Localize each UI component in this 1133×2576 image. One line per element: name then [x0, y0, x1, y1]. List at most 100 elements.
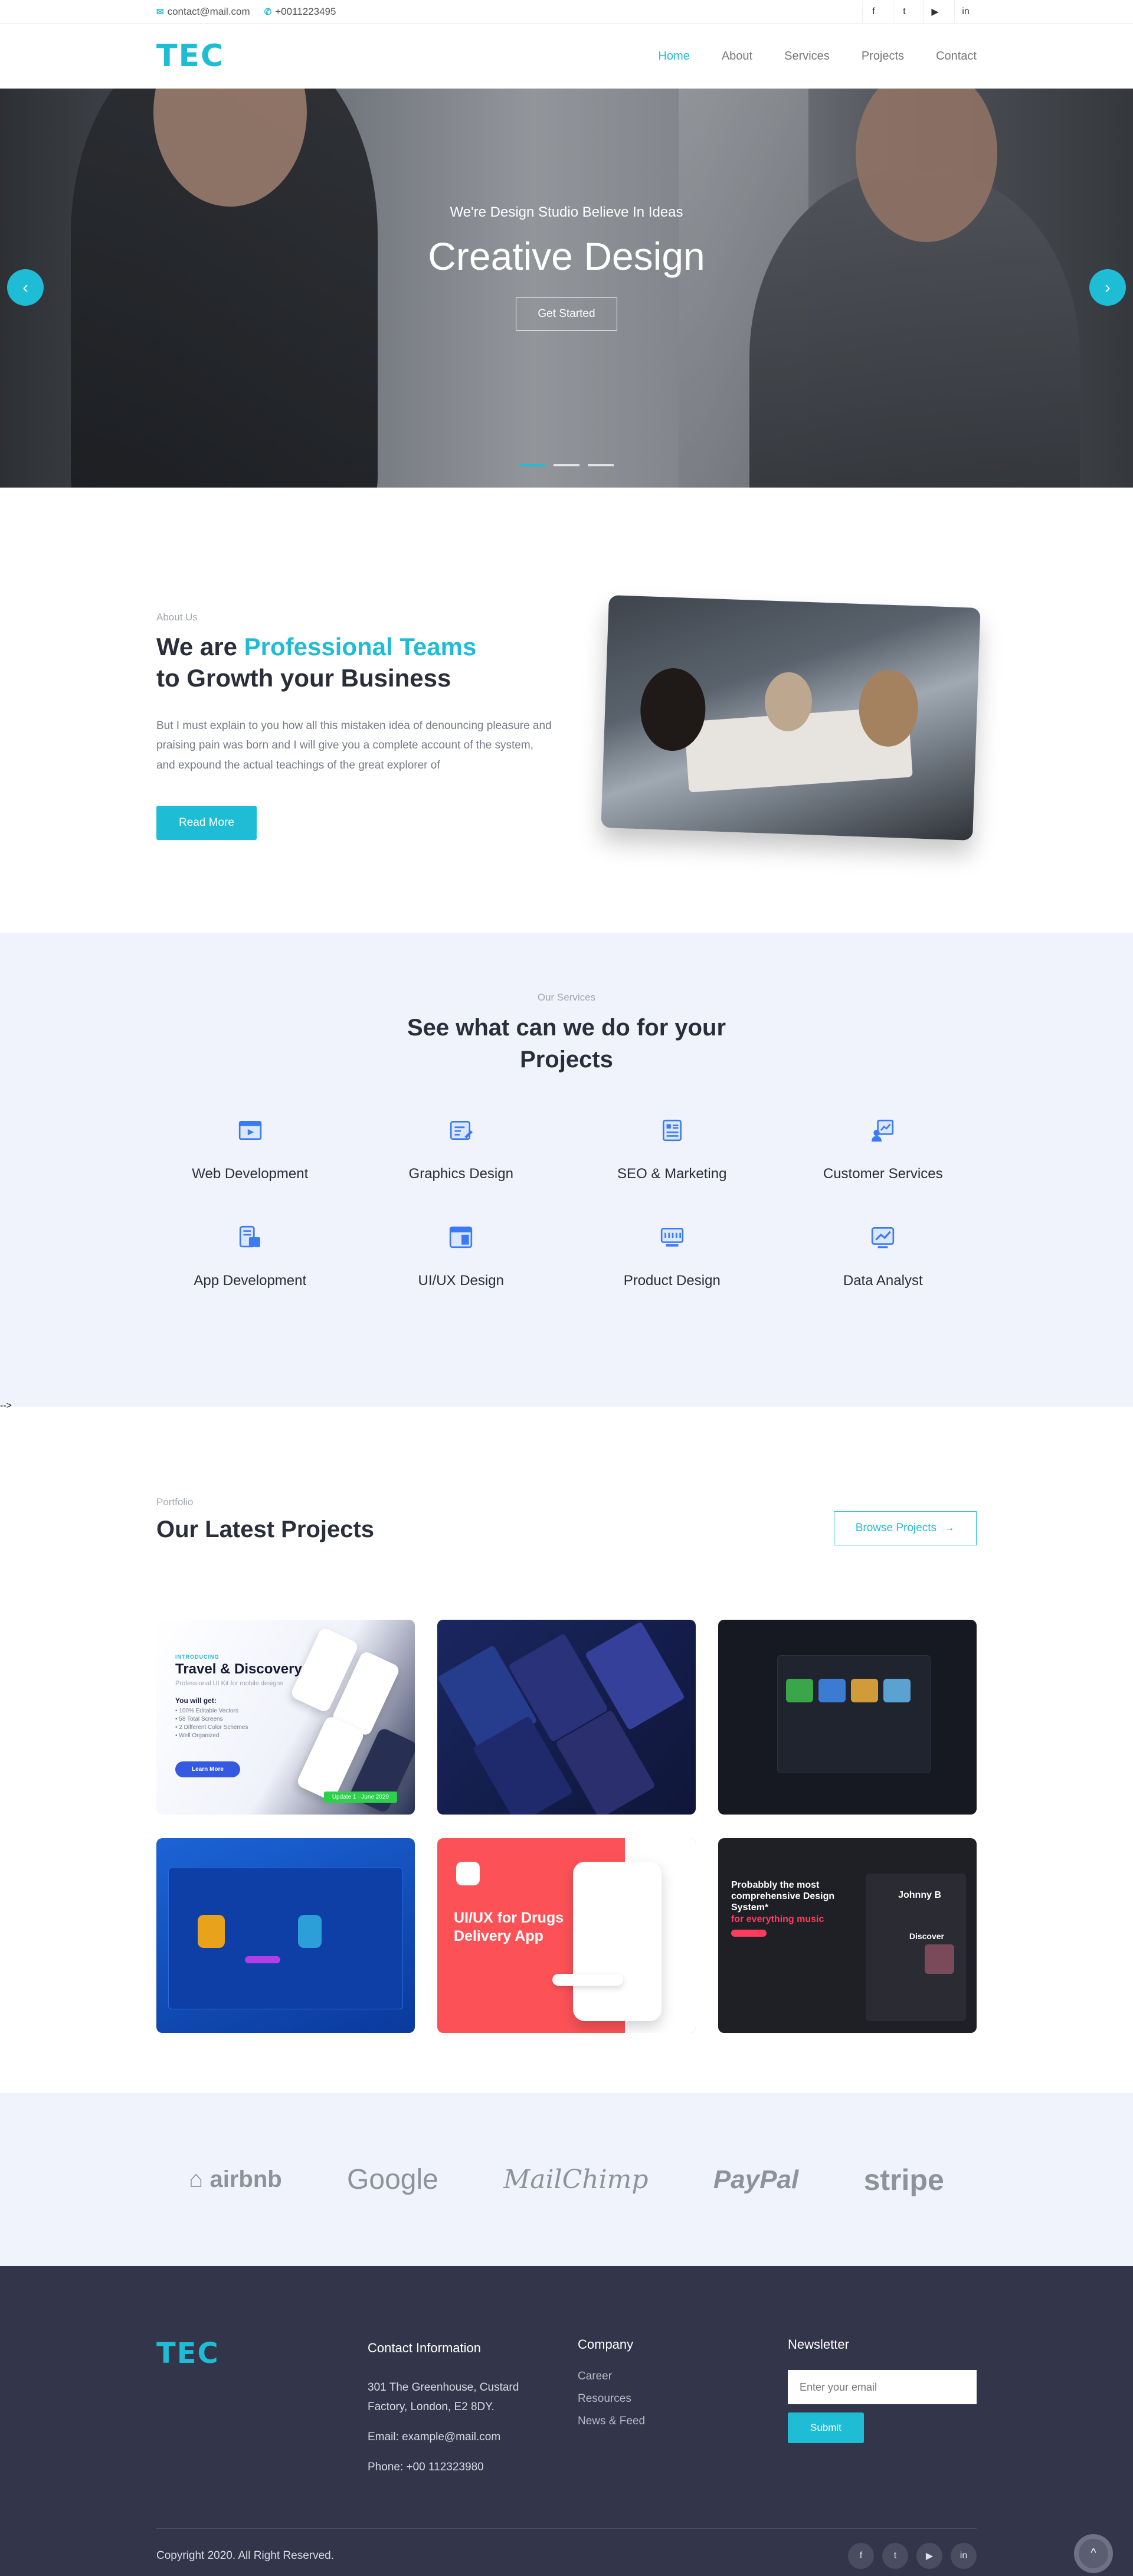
card-cta-pill	[731, 1930, 767, 1937]
ui-ux-design-icon	[448, 1225, 473, 1250]
project-card-dark-ui-kit[interactable]	[437, 1620, 696, 1815]
card-feature-list: • 100% Editable Vectors • 58 Total Scree…	[175, 1707, 248, 1740]
services-section: Our Services See what can we do for your…	[0, 933, 1133, 1407]
main-nav: Home About Services Projects Contact	[658, 50, 977, 63]
arrow-up-icon: ^	[1079, 2539, 1108, 2568]
hero-title: Creative Design	[0, 234, 1133, 279]
portfolio-title: Our Latest Projects	[156, 1516, 374, 1543]
mascot-figure	[198, 1915, 225, 1948]
card-badge: Update 1 · June 2020	[324, 1792, 397, 1803]
service-customer-services[interactable]: Customer Services	[778, 1118, 989, 1182]
phone-link[interactable]: ✆+0011223495	[264, 6, 336, 18]
scroll-to-top-button[interactable]: ^	[1074, 2534, 1113, 2573]
brands-section: ⌂ airbnb Google MailChimp PayPal stripe	[0, 2093, 1133, 2266]
thumbnail	[818, 1679, 846, 1702]
youtube-icon[interactable]: ▶	[924, 1, 946, 23]
service-web-development[interactable]: Web Development	[145, 1118, 356, 1182]
envelope-icon: ✉	[156, 6, 164, 17]
facebook-icon[interactable]: f	[848, 2543, 874, 2569]
linkedin-icon[interactable]: in	[954, 1, 977, 23]
project-card-travel-discovery[interactable]: INTRODUCING Travel & Discovery Professio…	[156, 1620, 415, 1815]
service-graphics-design[interactable]: Graphics Design	[356, 1118, 567, 1182]
services-grid: Web Development Graphics Design SEO & Ma…	[145, 1118, 988, 1289]
service-label: Data Analyst	[778, 1273, 989, 1289]
nav-about[interactable]: About	[722, 50, 752, 63]
cta-pill	[245, 1956, 280, 1963]
airbnb-icon: ⌂	[189, 2166, 209, 2192]
project-card-drugs-delivery[interactable]: UI/UX for Drugs Delivery App	[437, 1838, 696, 2033]
next-slide-button[interactable]: ›	[1089, 269, 1126, 306]
twitter-icon[interactable]: t	[893, 1, 915, 23]
linkedin-icon[interactable]: in	[951, 2543, 977, 2569]
nav-home[interactable]: Home	[658, 50, 689, 63]
brand-logo-mailchimp: MailChimp	[503, 2165, 648, 2195]
read-more-button[interactable]: Read More	[156, 806, 257, 840]
slider-dot-2[interactable]	[554, 464, 579, 466]
service-product-design[interactable]: Product Design	[566, 1225, 778, 1289]
resources-link[interactable]: Resources	[578, 2392, 788, 2405]
album-art	[925, 1944, 954, 1974]
newsletter-title: Newsletter	[788, 2337, 977, 2352]
phone-number: Phone: +00 112323980	[368, 2457, 578, 2477]
service-seo-marketing[interactable]: SEO & Marketing	[566, 1118, 778, 1182]
news-feed-link[interactable]: News & Feed	[578, 2415, 788, 2428]
service-label: App Development	[145, 1273, 356, 1289]
get-started-button[interactable]: Get Started	[516, 298, 617, 331]
service-app-development[interactable]: App Development	[145, 1225, 356, 1289]
about-title-post: to Growth your Business	[156, 664, 451, 692]
brand-logo-paypal: PayPal	[713, 2165, 798, 2195]
projects-grid: INTRODUCING Travel & Discovery Professio…	[156, 1620, 977, 2033]
nav-services[interactable]: Services	[784, 50, 830, 63]
submit-button[interactable]: Submit	[788, 2412, 864, 2443]
site-logo[interactable]: TEC	[156, 38, 224, 74]
list-item: • Well Organized	[175, 1732, 248, 1740]
slider-dot-1[interactable]	[519, 464, 545, 466]
service-ui-ux-design[interactable]: UI/UX Design	[356, 1225, 567, 1289]
thumbnail	[851, 1679, 878, 1702]
hero-content: We're Design Studio Believe In Ideas Cre…	[0, 204, 1133, 331]
app-development-icon	[238, 1225, 263, 1250]
prev-slide-button[interactable]: ‹	[7, 269, 44, 306]
project-card-blue-landing[interactable]	[156, 1838, 415, 2033]
contact-information: Contact Information 301 The Greenhouse, …	[368, 2337, 578, 2488]
about-eyebrow: About Us	[156, 612, 558, 623]
site-footer: TEC Contact Information 301 The Greenhou…	[0, 2266, 1133, 2576]
portfolio-section: Portfolio Our Latest Projects Browse Pro…	[0, 1407, 1133, 2093]
service-label: Product Design	[566, 1273, 778, 1289]
brand-logo-stripe: stripe	[864, 2163, 944, 2197]
about-text: About Us We are Professional Teams to Gr…	[156, 612, 558, 840]
service-label: UI/UX Design	[356, 1273, 567, 1289]
graphics-design-icon	[448, 1118, 473, 1143]
youtube-icon[interactable]: ▶	[916, 2543, 942, 2569]
newsletter-email-input[interactable]	[788, 2370, 977, 2404]
slider-dot-3[interactable]	[588, 464, 614, 466]
about-body: But I must explain to you how all this m…	[156, 716, 552, 775]
career-link[interactable]: Career	[578, 2370, 788, 2383]
pill-icon	[456, 1862, 480, 1885]
card-learn-more: Learn More	[175, 1761, 240, 1777]
services-eyebrow: Our Services	[0, 992, 1133, 1003]
project-card-music-design-system[interactable]: Probabbly the most comprehensive Design …	[718, 1838, 977, 2033]
hero-slider: We're Design Studio Believe In Ideas Cre…	[0, 89, 1133, 488]
brand-logo-google: Google	[347, 2163, 438, 2196]
footer-logo[interactable]: TEC	[156, 2337, 220, 2370]
nav-contact[interactable]: Contact	[936, 50, 977, 63]
service-data-analyst[interactable]: Data Analyst	[778, 1225, 989, 1289]
project-card-game-dashboard[interactable]	[718, 1620, 977, 1815]
service-label: Graphics Design	[356, 1166, 567, 1182]
card-title: Probabbly the most comprehensive Design …	[731, 1879, 849, 1925]
service-label: Customer Services	[778, 1166, 989, 1182]
twitter-icon[interactable]: t	[882, 2543, 908, 2569]
email-link[interactable]: ✉contact@mail.com	[156, 6, 250, 18]
top-bar: ✉contact@mail.com ✆+0011223495 f t ▶ in	[0, 0, 1133, 24]
nav-projects[interactable]: Projects	[862, 50, 904, 63]
hero-kicker: We're Design Studio Believe In Ideas	[0, 204, 1133, 221]
browse-projects-button[interactable]: Browse Projects→	[834, 1511, 977, 1545]
footer-social-links: f t ▶ in	[848, 2543, 977, 2569]
card-kicker: INTRODUCING	[175, 1654, 220, 1660]
facebook-icon[interactable]: f	[862, 1, 885, 23]
list-item: • 58 Total Screens	[175, 1715, 248, 1724]
service-label: SEO & Marketing	[566, 1166, 778, 1182]
about-title-accent: Professional Teams	[244, 633, 477, 661]
brand-logo-airbnb: ⌂ airbnb	[189, 2166, 282, 2193]
